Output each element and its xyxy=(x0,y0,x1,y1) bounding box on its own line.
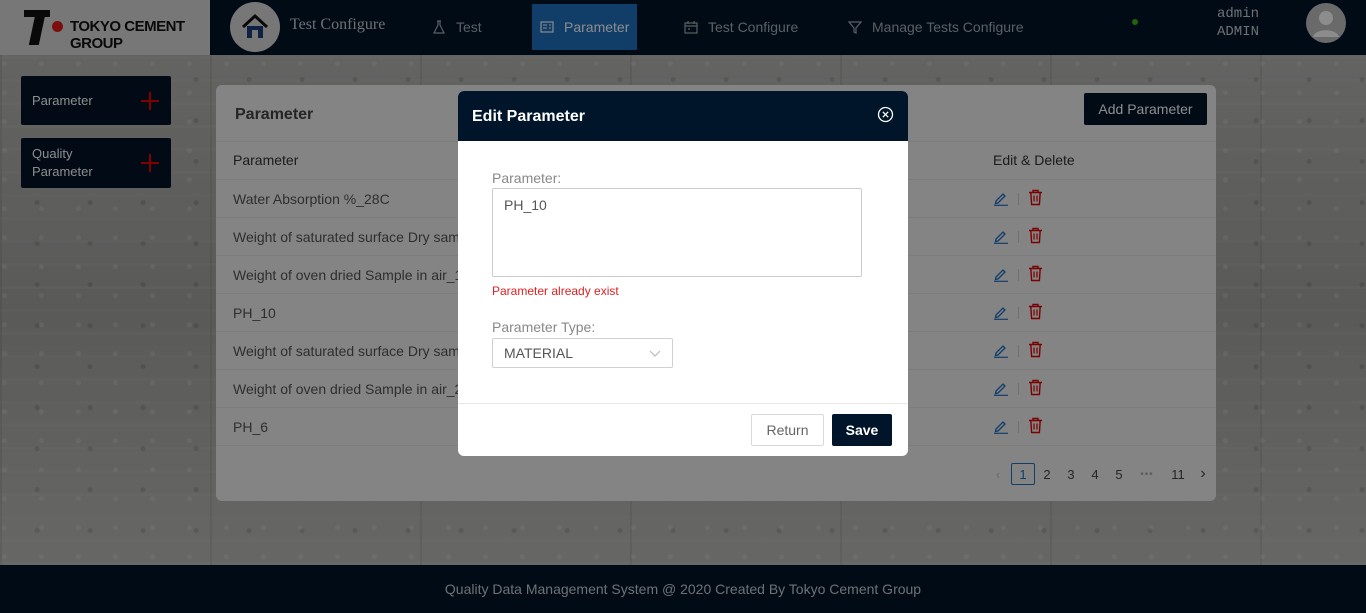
parameter-type-label: Parameter Type: xyxy=(492,319,596,335)
parameter-type-select[interactable]: MATERIAL xyxy=(492,338,673,368)
parameter-field-label: Parameter: xyxy=(492,170,562,186)
parameter-error-message: Parameter already exist xyxy=(492,284,619,298)
parameter-type-value: MATERIAL xyxy=(504,345,573,361)
parameter-textarea[interactable]: PH_10 xyxy=(492,188,862,277)
edit-parameter-modal: Edit Parameter Parameter: PH_10 Paramete… xyxy=(458,91,908,456)
save-button[interactable]: Save xyxy=(832,414,892,446)
modal-title: Edit Parameter xyxy=(472,108,585,125)
return-button[interactable]: Return xyxy=(751,414,824,446)
close-icon[interactable] xyxy=(877,106,894,123)
chevron-down-icon xyxy=(649,350,661,357)
modal-header: Edit Parameter xyxy=(458,91,908,141)
divider xyxy=(458,403,908,404)
